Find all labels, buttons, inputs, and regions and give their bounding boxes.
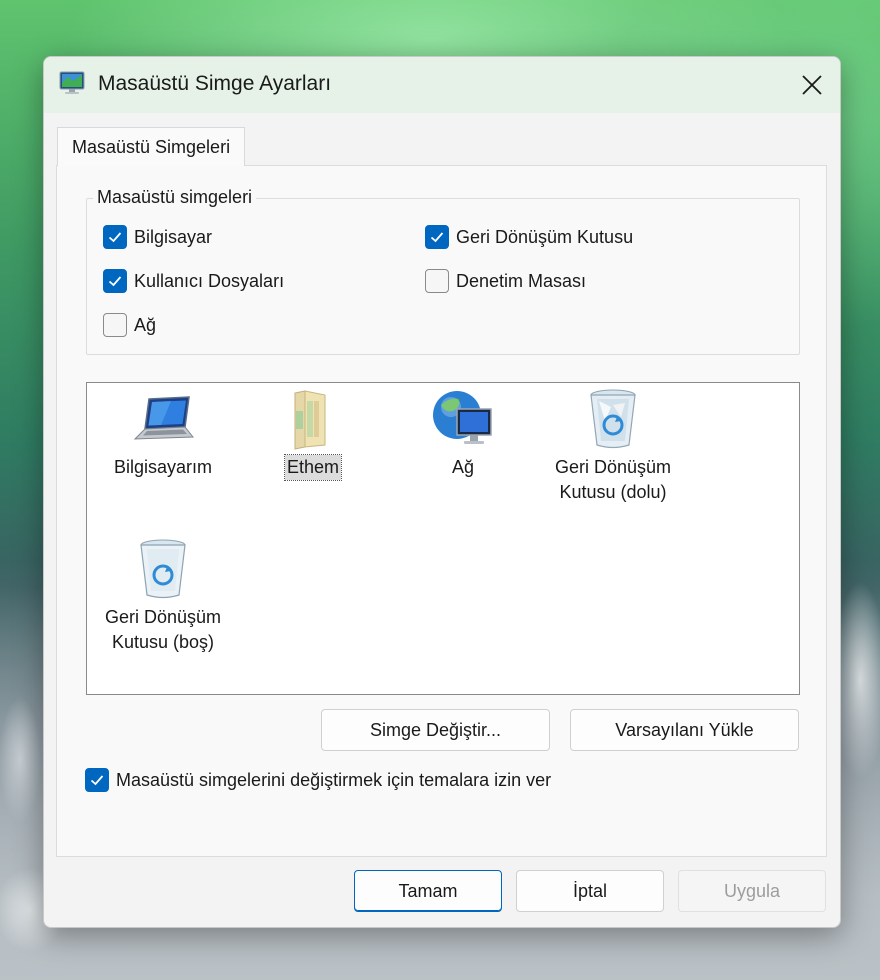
checkbox-box (103, 313, 127, 337)
ok-button[interactable]: Tamam (354, 870, 502, 912)
checkbox-recycle-bin[interactable]: Geri Dönüşüm Kutusu (425, 225, 633, 249)
laptop-icon (133, 396, 195, 440)
checkbox-label: Geri Dönüşüm Kutusu (456, 226, 634, 247)
checkbox-control-panel[interactable]: Denetim Masası (425, 269, 586, 293)
checkbox-label: Denetim Masası (456, 270, 587, 291)
checkbox-computer[interactable]: Bilgisayar (103, 225, 212, 249)
icon-label: Geri Dönüşüm Kutusu (dolu) (538, 455, 688, 505)
close-button[interactable] (784, 57, 840, 113)
icon-label-line1: Geri Dönüşüm (104, 607, 222, 627)
dialog-window: Masaüstü Simge Ayarları Masaüstü Simgele… (43, 56, 841, 928)
checkmark-icon (103, 225, 127, 249)
icon-item-recycle-bin-empty[interactable]: Geri Dönüşüm Kutusu (boş) (88, 537, 238, 655)
title-bar: Masaüstü Simge Ayarları (44, 57, 840, 113)
checkmark-icon (425, 225, 449, 249)
checkmark-icon (103, 269, 127, 293)
checkbox-label: Bilgisayar (134, 226, 213, 247)
user-folder-icon (294, 390, 326, 450)
checkbox-user-files[interactable]: Kullanıcı Dosyaları (103, 269, 284, 293)
icon-label-line2: Kutusu (boş) (111, 632, 215, 652)
checkbox-label: Kullanıcı Dosyaları (134, 270, 285, 291)
checkbox-network[interactable]: Ağ (103, 313, 156, 337)
desktop-icons-group: Masaüstü simgeleri Bilgisayar Geri Dönüş… (86, 187, 800, 355)
icon-list[interactable]: Bilgisayarım Ethem Ağ Geri Dönüşüm Kutus… (86, 382, 800, 695)
change-icon-button[interactable]: Simge Değiştir... (321, 709, 550, 751)
icon-label: Ethem (283, 454, 343, 481)
recycle-bin-empty-icon (140, 539, 186, 599)
icon-item-recycle-bin-full[interactable]: Geri Dönüşüm Kutusu (dolu) (538, 387, 688, 505)
icon-label: Geri Dönüşüm Kutusu (boş) (88, 605, 238, 655)
checkbox-allow-themes[interactable]: Masaüstü simgelerini değiştirmek için te… (85, 768, 551, 792)
icon-item-network[interactable]: Ağ (388, 387, 538, 480)
icon-label-line2: Kutusu (dolu) (559, 482, 667, 502)
close-icon (802, 75, 822, 95)
cancel-button[interactable]: İptal (516, 870, 664, 912)
network-globe-icon (433, 391, 492, 444)
checkmark-icon (85, 768, 109, 792)
group-legend: Masaüstü simgeleri (93, 187, 257, 208)
icon-label-line1: Geri Dönüşüm (554, 457, 672, 477)
tab-desktop-icons[interactable]: Masaüstü Simgeleri (57, 127, 246, 166)
recycle-bin-full-icon (590, 389, 636, 449)
restore-default-button[interactable]: Varsayılanı Yükle (570, 709, 799, 751)
checkbox-box (425, 269, 449, 293)
checkbox-label: Masaüstü simgelerini değiştirmek için te… (116, 769, 552, 790)
desktop-settings-icon (58, 69, 86, 97)
checkbox-label: Ağ (134, 314, 157, 335)
window-title: Masaüstü Simge Ayarları (98, 72, 332, 95)
tab-panel: Masaüstü simgeleri Bilgisayar Geri Dönüş… (56, 165, 827, 857)
icon-item-computer[interactable]: Bilgisayarım (88, 387, 238, 480)
icon-item-user-files[interactable]: Ethem (238, 387, 388, 481)
icon-label: Ağ (451, 457, 475, 477)
apply-button[interactable]: Uygula (678, 870, 826, 912)
icon-label: Bilgisayarım (113, 457, 213, 477)
